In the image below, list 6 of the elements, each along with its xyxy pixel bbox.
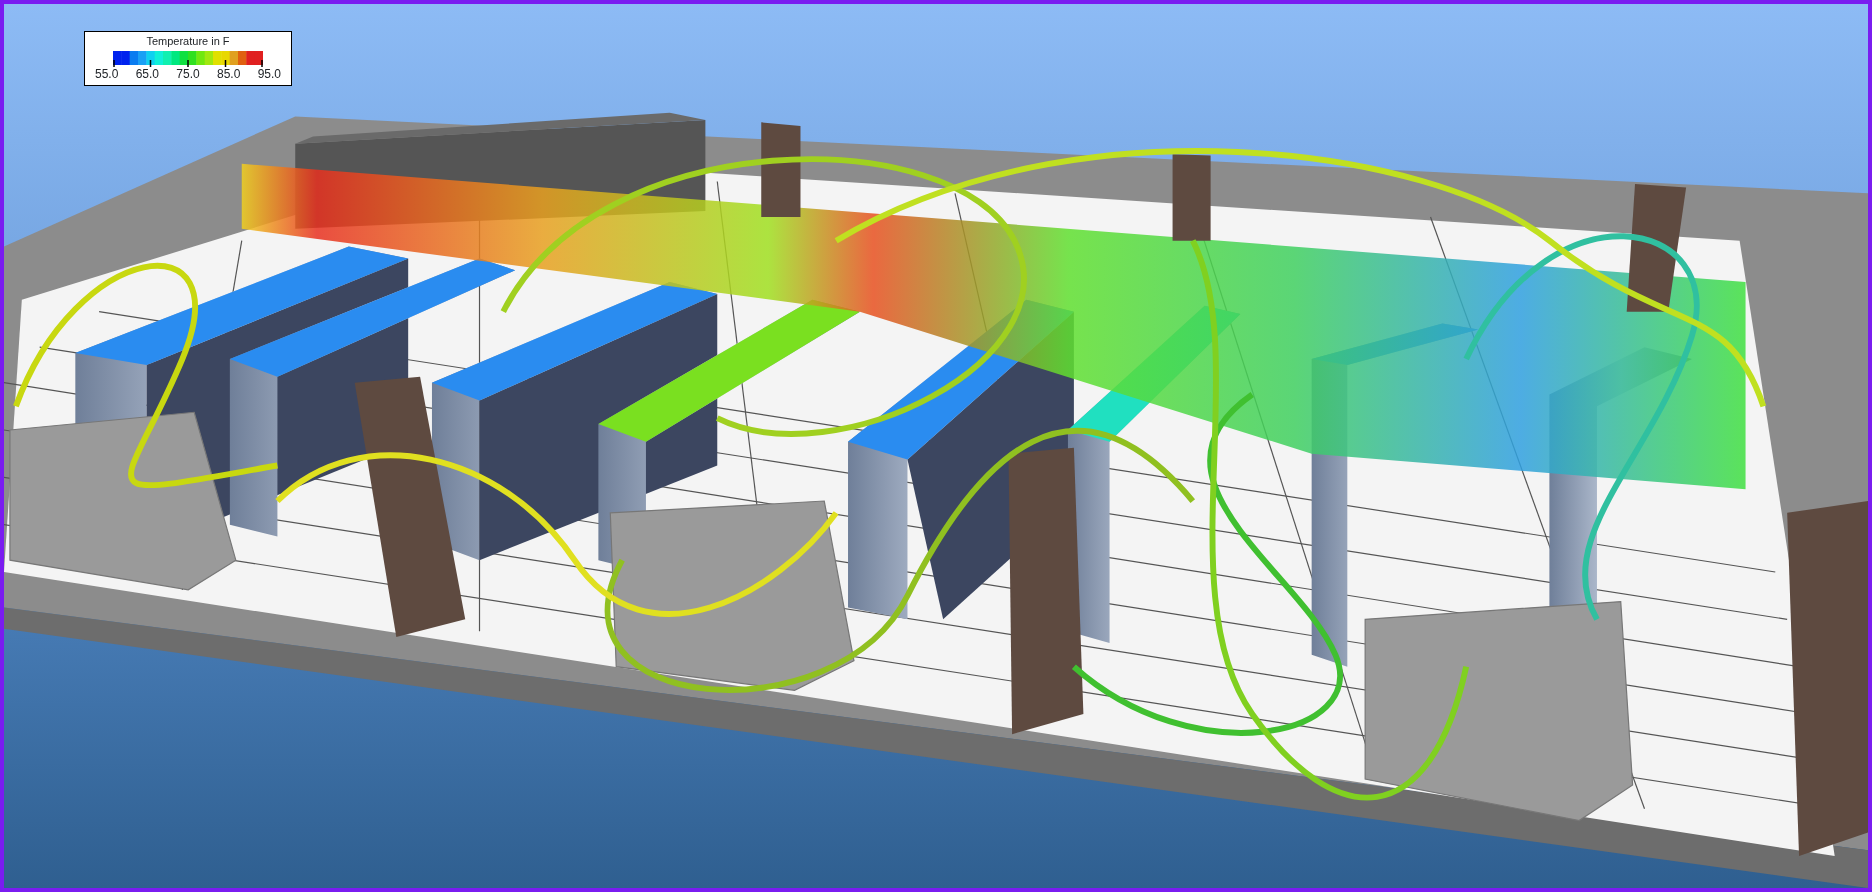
scale-tick-label: 75.0 (176, 67, 200, 81)
scale-tick-label: 85.0 (216, 67, 241, 81)
scale-tick-label: 65.0 (135, 67, 159, 81)
scale-tick-label: 95.0 (257, 67, 281, 81)
scale-tick-label: 55.0 (95, 67, 119, 81)
legend-title: Temperature in F (145, 35, 231, 48)
